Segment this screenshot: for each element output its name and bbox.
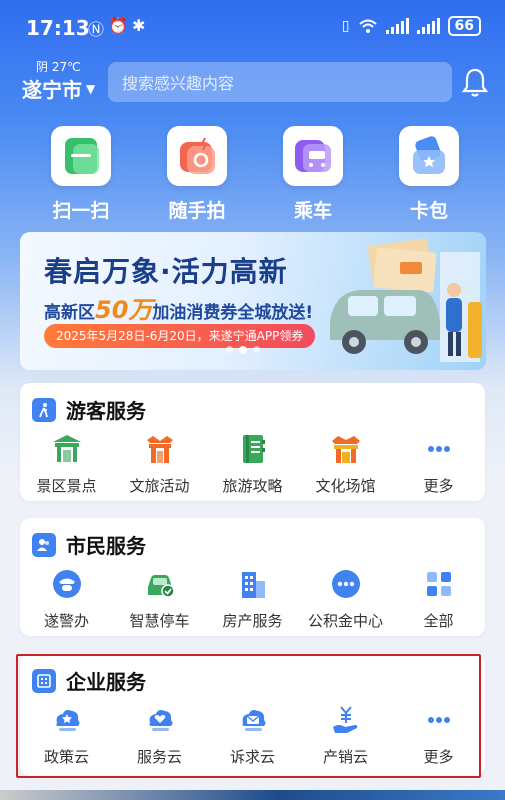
service-label: 文化场馆 — [315, 477, 376, 495]
city-selector[interactable]: 遂宁市 ▼ — [22, 74, 95, 103]
quick-action-snapshot[interactable]: 随手拍 — [157, 126, 237, 223]
service-more[interactable]: 更多 — [392, 431, 485, 496]
police-icon — [52, 570, 81, 598]
scenic-spot-icon — [52, 435, 81, 462]
policy-cloud-icon — [55, 710, 79, 731]
carousel-dot[interactable] — [253, 346, 260, 353]
carousel-dot[interactable] — [226, 346, 233, 353]
service-label: 房产服务 — [222, 612, 283, 630]
card-title: 游客服务 — [66, 399, 146, 423]
more-icon — [427, 446, 450, 452]
sales-cloud-icon — [332, 706, 357, 733]
battery-icon: 66 — [447, 16, 481, 36]
service-label: 政策云 — [43, 748, 89, 766]
service-housing-fund[interactable]: 公积金中心 — [299, 566, 392, 631]
next-section-peek — [0, 790, 505, 800]
card-title: 市民服务 — [66, 534, 146, 558]
service-more[interactable]: 更多 — [392, 702, 485, 767]
banner-subtitle: 高新区50万加油消费券全城放送! — [44, 296, 314, 324]
city-name: 遂宁市 — [22, 78, 82, 102]
appeal-cloud-icon — [241, 710, 265, 731]
service-label: 产销云 — [322, 748, 368, 766]
culture-activity-icon — [146, 436, 173, 463]
service-appeal-cloud[interactable]: 诉求云 — [206, 702, 299, 767]
signal-icon-2 — [416, 18, 440, 34]
hiker-icon — [32, 397, 56, 422]
status-bar: 17:13 Ⓝ ⏰ ✱ ▯ 66 — [0, 0, 505, 54]
service-label: 公积金中心 — [307, 612, 383, 630]
bluetooth-icon: ✱ — [131, 16, 146, 35]
grid-icon — [426, 572, 451, 596]
wifi-icon — [358, 19, 377, 33]
citizen-services-card: 市民服务 遂警办 智慧停车 房产服务 公积金中心 全部 — [20, 518, 485, 636]
nfc-icon: Ⓝ — [88, 20, 105, 39]
service-label: 全部 — [423, 612, 454, 630]
travel-guide-icon — [242, 435, 265, 463]
service-policy-cloud[interactable]: 政策云 — [20, 702, 113, 767]
service-label: 遂警办 — [43, 612, 89, 630]
card-wallet-icon — [413, 136, 445, 174]
service-service-cloud[interactable]: 服务云 — [113, 702, 206, 767]
quick-action-label: 卡包 — [409, 200, 448, 222]
carousel-dot-active[interactable] — [239, 346, 247, 354]
bell-icon[interactable] — [460, 66, 490, 100]
vibrate-icon: ▯ — [341, 18, 350, 34]
quick-action-label: 随手拍 — [168, 200, 226, 222]
search-placeholder: 搜索感兴趣内容 — [122, 74, 235, 93]
building-grid-icon — [32, 668, 56, 693]
camera-icon — [180, 137, 215, 174]
chevron-down-icon: ▼ — [86, 81, 96, 96]
status-notification-icons: Ⓝ ⏰ ✱ — [88, 16, 145, 40]
tourist-services-card: 游客服务 景区景点 文旅活动 旅游攻略 文化场馆 更多 — [20, 383, 485, 501]
service-cloud-icon — [148, 710, 172, 731]
service-label: 更多 — [423, 477, 454, 495]
carousel-indicator[interactable] — [226, 346, 260, 354]
culture-venue-icon — [331, 436, 360, 463]
quick-action-label: 扫一扫 — [52, 200, 110, 222]
banner-highlight: 50万 — [95, 296, 153, 324]
search-input[interactable]: 搜索感兴趣内容 — [108, 62, 452, 102]
alarm-icon: ⏰ — [108, 16, 128, 35]
service-all[interactable]: 全部 — [392, 566, 485, 631]
fund-center-icon — [331, 570, 360, 598]
service-parking[interactable]: 智慧停车 — [113, 566, 206, 631]
enterprise-services-card: 企业服务 政策云 服务云 诉求云 产销云 更多 — [20, 654, 485, 776]
status-time: 17:13 — [26, 16, 90, 40]
service-real-estate[interactable]: 房产服务 — [206, 566, 299, 631]
service-label: 文旅活动 — [129, 477, 190, 495]
service-label: 诉求云 — [229, 748, 275, 766]
quick-action-bus[interactable]: 乘车 — [273, 126, 353, 223]
service-scenic-spot[interactable]: 景区景点 — [20, 431, 113, 496]
building-icon — [241, 572, 265, 598]
car-fuel-illustration — [330, 238, 482, 362]
banner-date-pill: 2025年5月28日-6月20日，来遂宁通APP领券 — [44, 324, 316, 348]
service-label: 服务云 — [136, 748, 182, 766]
users-icon — [32, 532, 56, 557]
service-label: 景区景点 — [36, 477, 97, 495]
service-label: 智慧停车 — [129, 612, 190, 630]
parking-icon — [147, 575, 175, 598]
quick-action-scan[interactable]: 扫一扫 — [41, 126, 121, 223]
service-culture-activity[interactable]: 文旅活动 — [113, 431, 206, 496]
banner-title: 春启万象·活力高新 — [44, 255, 288, 288]
bus-icon — [295, 140, 331, 172]
service-travel-guide[interactable]: 旅游攻略 — [206, 431, 299, 496]
scan-icon — [65, 138, 99, 174]
signal-icon — [385, 18, 409, 34]
service-label: 更多 — [423, 748, 454, 766]
more-icon — [427, 717, 450, 723]
service-police[interactable]: 遂警办 — [20, 566, 113, 631]
quick-action-card-wallet[interactable]: 卡包 — [389, 126, 469, 223]
weather-text: 阴 27℃ — [36, 60, 81, 74]
service-culture-venue[interactable]: 文化场馆 — [299, 431, 392, 496]
service-sales-cloud[interactable]: 产销云 — [299, 702, 392, 767]
status-system-icons: ▯ 66 — [342, 16, 481, 36]
card-title: 企业服务 — [66, 670, 146, 694]
quick-action-label: 乘车 — [293, 200, 332, 222]
service-label: 旅游攻略 — [222, 477, 283, 495]
